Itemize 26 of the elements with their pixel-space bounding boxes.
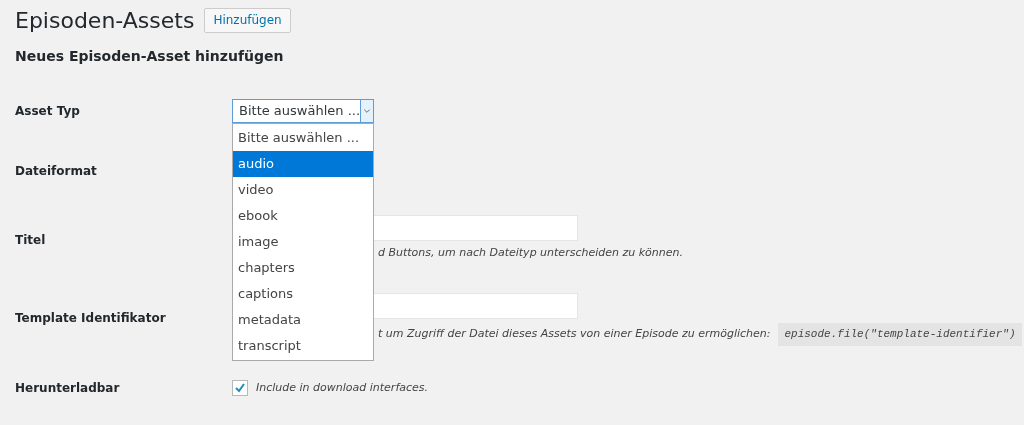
page-title: Episoden-Assets (15, 6, 195, 35)
code-snippet: episode.file("template-identifier") (778, 323, 1022, 346)
dropdown-option[interactable]: ebook (233, 203, 373, 229)
field-label: Template Identifikator (15, 310, 166, 327)
dropdown-option[interactable]: image (233, 229, 373, 255)
dropdown-option[interactable]: transcript (233, 333, 373, 359)
select-value: Bitte auswählen ... (238, 102, 361, 121)
field-label: Herunterladbar (15, 380, 120, 397)
add-button[interactable]: Hinzufügen (204, 7, 291, 33)
checkbox[interactable] (232, 380, 248, 396)
dropdown-option[interactable]: chapters (233, 255, 373, 281)
dropdown-option[interactable]: Bitte auswählen ... (233, 125, 373, 151)
field-description: d Buttons, um nach Dateityp unterscheiden zu können. (378, 245, 683, 261)
dropdown-option[interactable]: captions (233, 281, 373, 307)
dropdown-option[interactable]: metadata (233, 307, 373, 333)
dropdown-option[interactable]: audio (233, 151, 373, 177)
dropdown-option[interactable]: video (233, 177, 373, 203)
form-heading: Neues Episoden-Asset hinzufügen (15, 47, 285, 66)
field-description: t um Zugriff der Datei dieses Assets von einer Episode zu ermöglichen: (378, 326, 771, 342)
field-label: Dateiformat (15, 163, 97, 180)
field-label: Titel (15, 232, 46, 249)
checkbox-label: Include in download interfaces. (256, 379, 429, 396)
field-label: Asset Typ (15, 103, 80, 120)
select-field[interactable]: Bitte auswählen ... (232, 99, 374, 123)
checkmark-icon (234, 382, 246, 394)
chevron-down-icon (360, 100, 373, 122)
